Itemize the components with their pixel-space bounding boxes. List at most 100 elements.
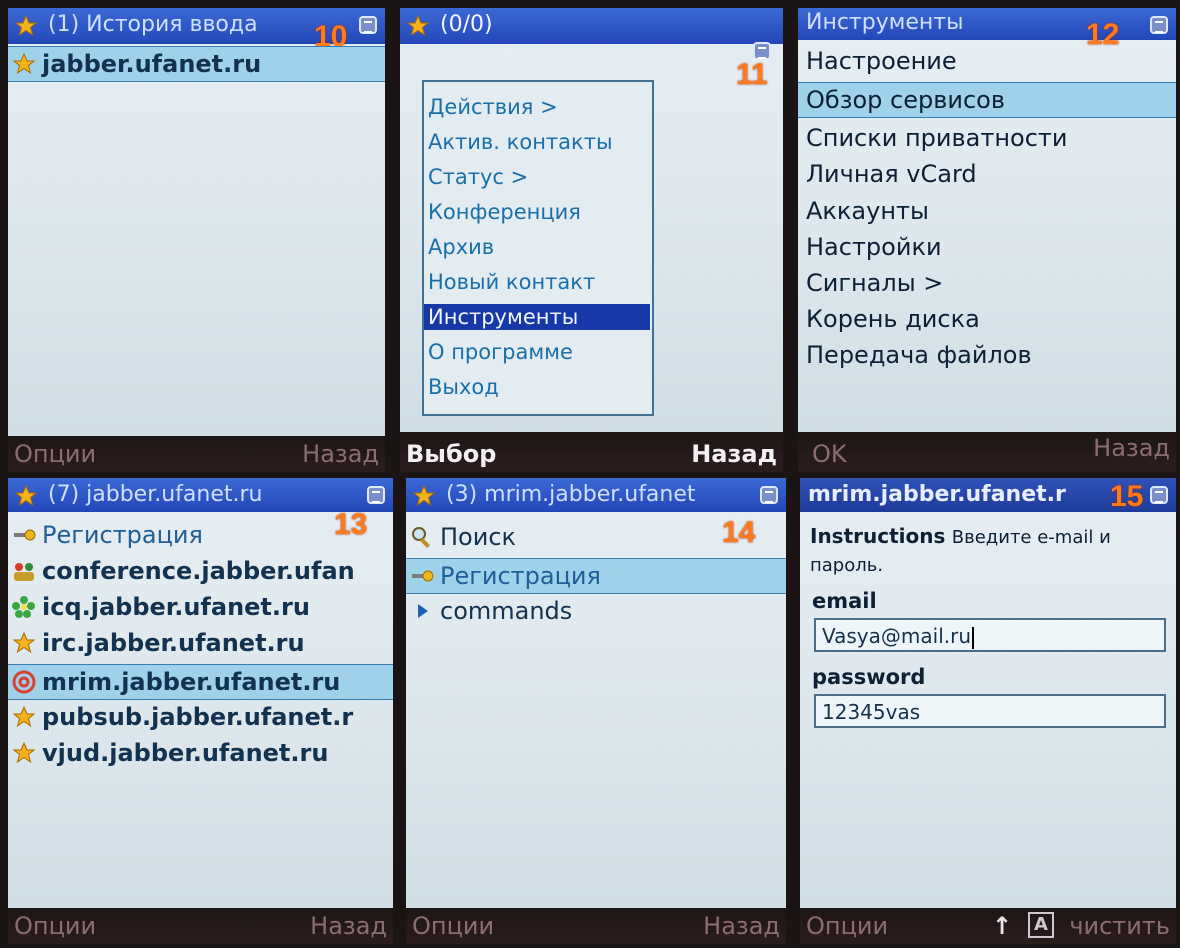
list-item-commands[interactable]: commands bbox=[406, 594, 786, 628]
list-item-accounts[interactable]: Аккаунты bbox=[806, 194, 929, 228]
list-item-mood[interactable]: Настроение bbox=[806, 44, 957, 78]
list-item-label: conference.jabber.ufan bbox=[42, 557, 355, 585]
list-item-registration[interactable]: Регистрация bbox=[8, 518, 393, 552]
list-item-mrim[interactable]: mrim.jabber.ufanet.ru bbox=[8, 664, 393, 700]
softkey-back[interactable]: Назад bbox=[691, 436, 777, 472]
list-item-label: icq.jabber.ufanet.ru bbox=[42, 593, 310, 621]
softkey-back[interactable]: Назад bbox=[310, 908, 387, 944]
step-number: 15 bbox=[1110, 480, 1144, 513]
list-item-vjud[interactable]: vjud.jabber.ufanet.ru bbox=[8, 736, 393, 770]
group-icon bbox=[14, 563, 34, 581]
softkey-ok[interactable]: OK bbox=[812, 436, 847, 472]
menu-item-tools[interactable]: Инструменты bbox=[424, 304, 650, 330]
softkey-bar: Выбор Назад bbox=[400, 432, 783, 472]
key-icon bbox=[412, 570, 434, 582]
star-icon bbox=[14, 14, 38, 37]
list-item-icq[interactable]: icq.jabber.ufanet.ru bbox=[8, 590, 393, 624]
star-icon bbox=[12, 631, 36, 654]
softkey-options[interactable]: Опции bbox=[14, 908, 96, 944]
instructions-line-1: Instructions Введите e-mail и bbox=[810, 522, 1111, 552]
list-item-irc[interactable]: irc.jabber.ufanet.ru bbox=[8, 626, 393, 660]
title-text: (3) mrim.jabber.ufanet bbox=[446, 482, 696, 507]
instructions-label: Instructions bbox=[810, 524, 946, 548]
softkey-options[interactable]: Опции bbox=[806, 908, 888, 944]
list-item-search[interactable]: Поиск bbox=[406, 520, 786, 554]
list-item-label: mrim.jabber.ufanet.ru bbox=[42, 668, 341, 696]
screen-12-tools: Инструменты 12 Настроение Обзор сервисов… bbox=[798, 8, 1176, 472]
key-icon bbox=[14, 529, 36, 541]
star-icon bbox=[406, 14, 430, 37]
options-menu-icon[interactable] bbox=[1150, 16, 1168, 34]
icq-flower-icon bbox=[12, 596, 35, 618]
list-item-label: vjud.jabber.ufanet.ru bbox=[42, 739, 329, 767]
menu-item-new-contact[interactable]: Новый контакт bbox=[428, 269, 595, 295]
star-icon bbox=[412, 484, 436, 507]
menu-item-active-contacts[interactable]: Актив. контакты bbox=[428, 129, 613, 155]
list-item-label: Поиск bbox=[440, 523, 517, 551]
title-bar: (0/0) bbox=[400, 8, 783, 44]
list-item-vcard[interactable]: Личная vCard bbox=[806, 157, 977, 191]
softkey-clear[interactable]: чистить bbox=[1069, 908, 1170, 944]
options-menu-icon[interactable] bbox=[359, 16, 377, 34]
at-icon bbox=[12, 670, 36, 694]
screen-11-main-menu: (0/0) 11 Действия > Актив. контакты Стат… bbox=[400, 8, 783, 472]
password-label: password bbox=[812, 665, 926, 689]
step-number: 12 bbox=[1086, 18, 1120, 51]
instructions-text: Введите e-mail и bbox=[951, 527, 1111, 548]
screen-area: (0/0) 11 Действия > Актив. контакты Стат… bbox=[400, 8, 783, 432]
list-item-label: pubsub.jabber.ufanet.r bbox=[42, 703, 354, 731]
list-item-label: Обзор сервисов bbox=[806, 86, 1005, 114]
title-text: (0/0) bbox=[440, 12, 493, 37]
list-item-label: Регистрация bbox=[440, 562, 601, 590]
softkey-bar: Опции Назад bbox=[8, 436, 385, 472]
list-item-settings[interactable]: Настройки bbox=[806, 230, 942, 264]
list-item-label: Регистрация bbox=[42, 521, 203, 549]
softkey-bar: Опции Назад bbox=[406, 908, 786, 944]
title-text: mrim.jabber.ufanet.r bbox=[808, 482, 1066, 507]
screen-14-mrim-service: (3) mrim.jabber.ufanet 14 Поиск Регистра… bbox=[406, 478, 786, 944]
popup-menu: Действия > Актив. контакты Статус > Конф… bbox=[422, 80, 654, 416]
screen-area: (7) jabber.ufanet.ru 13 Регистрация conf… bbox=[8, 478, 393, 908]
password-field[interactable]: 12345vas bbox=[814, 694, 1166, 728]
options-menu-icon[interactable] bbox=[367, 486, 385, 504]
menu-item-archive[interactable]: Архив bbox=[428, 234, 494, 260]
softkey-select[interactable]: Выбор bbox=[406, 436, 496, 472]
softkey-back[interactable]: Назад bbox=[703, 908, 780, 944]
email-label: email bbox=[812, 589, 877, 613]
input-mode-indicator: A bbox=[1028, 912, 1054, 938]
list-item-alerts[interactable]: Сигналы > bbox=[806, 266, 943, 300]
search-tools-icon bbox=[412, 527, 430, 548]
screen-13-service-list: (7) jabber.ufanet.ru 13 Регистрация conf… bbox=[8, 478, 393, 944]
list-item-privacy-lists[interactable]: Списки приватности bbox=[806, 121, 1067, 155]
list-item-file-transfer[interactable]: Передача файлов bbox=[806, 338, 1032, 372]
softkey-options[interactable]: Опции bbox=[14, 436, 96, 472]
list-item-conference[interactable]: conference.jabber.ufan bbox=[8, 554, 393, 588]
menu-item-about[interactable]: О программе bbox=[428, 339, 573, 365]
star-icon bbox=[12, 705, 36, 728]
star-icon bbox=[14, 484, 38, 507]
list-item[interactable]: jabber.ufanet.ru bbox=[8, 46, 385, 82]
list-item-label: irc.jabber.ufanet.ru bbox=[42, 629, 305, 657]
list-item-registration[interactable]: Регистрация bbox=[406, 558, 786, 594]
menu-item-actions[interactable]: Действия > bbox=[428, 94, 558, 120]
options-menu-icon[interactable] bbox=[760, 486, 778, 504]
title-bar: (3) mrim.jabber.ufanet bbox=[406, 478, 786, 512]
star-icon bbox=[12, 52, 36, 75]
list-item-label: commands bbox=[440, 597, 573, 625]
list-item-service-browse[interactable]: Обзор сервисов bbox=[798, 82, 1176, 118]
step-number: 11 bbox=[736, 58, 768, 91]
screen-area: Инструменты 12 Настроение Обзор сервисов… bbox=[798, 8, 1176, 432]
list-item-disk-root[interactable]: Корень диска bbox=[806, 302, 980, 336]
list-item-pubsub[interactable]: pubsub.jabber.ufanet.r bbox=[8, 700, 393, 734]
softkey-back[interactable]: Назад bbox=[302, 436, 379, 472]
email-field[interactable]: Vasya@mail.ru bbox=[814, 618, 1166, 652]
menu-item-conference[interactable]: Конференция bbox=[428, 199, 581, 225]
menu-item-status[interactable]: Статус > bbox=[428, 164, 528, 190]
softkey-options[interactable]: Опции bbox=[412, 908, 494, 944]
options-menu-icon[interactable] bbox=[1150, 486, 1168, 504]
softkey-back[interactable]: Назад bbox=[1093, 430, 1170, 466]
menu-item-exit[interactable]: Выход bbox=[428, 374, 499, 400]
softkey-bar: Опции Назад bbox=[8, 908, 393, 944]
screen-area: (1) История ввода 10 jabber.ufanet.ru bbox=[8, 8, 385, 436]
password-value: 12345vas bbox=[822, 700, 921, 724]
